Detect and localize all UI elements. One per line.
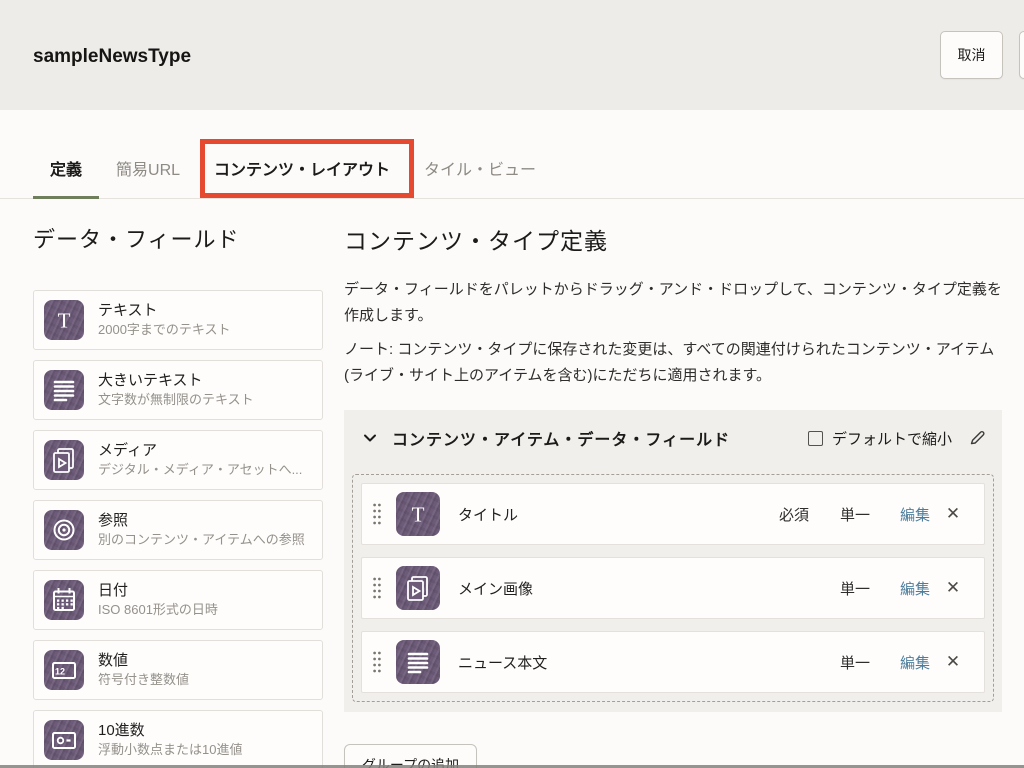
palette-card[interactable]: 参照別のコンテンツ・アイテムへの参照: [33, 500, 323, 560]
collapse-default-label: デフォルトで縮小: [832, 428, 952, 449]
palette-card[interactable]: 大きいテキスト文字数が無制限のテキスト: [33, 360, 323, 420]
text-field-icon: T: [44, 300, 84, 340]
drag-handle-icon[interactable]: [372, 650, 382, 674]
fields-dropzone: Tタイトル必須単一編集✕メイン画像単一編集✕ニュース本文単一編集✕: [352, 474, 994, 702]
cardinality-badge: 単一: [832, 578, 878, 599]
palette-card[interactable]: 10進数浮動小数点または10進値: [33, 710, 323, 768]
partial-edge-button[interactable]: [1019, 31, 1024, 79]
tab-bar: 定義簡易URLコンテンツ・レイアウトタイル・ビュー: [0, 110, 1024, 199]
tabs-container: 定義簡易URLコンテンツ・レイアウトタイル・ビュー: [33, 156, 553, 198]
palette-card-text: 日付ISO 8601形式の日時: [98, 580, 218, 620]
field-row-controls: 単一編集✕: [771, 652, 968, 673]
date-field-icon: [44, 580, 84, 620]
field-row-label: ニュース本文: [458, 652, 547, 673]
edit-link[interactable]: 編集: [892, 504, 938, 525]
fields-panel-controls: デフォルトで縮小: [808, 428, 986, 449]
required-badge: 必須: [771, 504, 817, 525]
large-text-field-icon: [44, 370, 84, 410]
remove-field-icon[interactable]: ✕: [938, 652, 968, 672]
decimal-field-icon: [44, 720, 84, 760]
svg-text:12: 12: [55, 667, 65, 677]
palette-card[interactable]: T テキスト2000字までのテキスト: [33, 290, 323, 350]
palette-card-text: 数値符号付き整数値: [98, 650, 189, 690]
field-row: ニュース本文 単一編集✕: [361, 631, 985, 693]
drag-handle-icon[interactable]: [372, 502, 382, 526]
fields-panel-title: コンテンツ・アイテム・データ・フィールド: [392, 426, 730, 450]
media-field-icon: [396, 566, 440, 610]
palette-card-description: デジタル・メディア・アセットへ...: [98, 461, 302, 480]
note-paragraph: ノート: コンテンツ・タイプに保存された変更は、すべての関連付けられたコンテンツ…: [344, 337, 1004, 388]
palette-card-description: 符号付き整数値: [98, 671, 189, 690]
palette-card[interactable]: 12 数値符号付き整数値: [33, 640, 323, 700]
remove-field-icon[interactable]: ✕: [938, 504, 968, 524]
tab-friendly-url[interactable]: 簡易URL: [99, 156, 197, 198]
tab-content-layout[interactable]: コンテンツ・レイアウト: [197, 156, 407, 198]
palette-card[interactable]: 日付ISO 8601形式の日時: [33, 570, 323, 630]
palette-card-label: メディア: [98, 440, 302, 461]
palette-card-text: 参照別のコンテンツ・アイテムへの参照: [98, 510, 305, 550]
palette-card-label: 数値: [98, 650, 189, 671]
app-window: sampleNewsType 取消 定義簡易URLコンテンツ・レイアウトタイル・…: [0, 0, 1024, 768]
media-field-icon: [44, 440, 84, 480]
field-row-controls: 必須単一編集✕: [771, 504, 968, 525]
svg-text:T: T: [412, 503, 425, 527]
tab-definition[interactable]: 定義: [33, 156, 99, 198]
fields-panel-header: コンテンツ・アイテム・データ・フィールド デフォルトで縮小: [344, 410, 1002, 466]
edit-link[interactable]: 編集: [892, 652, 938, 673]
palette-card-text: テキスト2000字までのテキスト: [98, 300, 231, 340]
content-item-fields-panel: コンテンツ・アイテム・データ・フィールド デフォルトで縮小 Tタイトル必須単一編…: [344, 410, 1002, 712]
number-field-icon: 12: [44, 650, 84, 690]
page-title: sampleNewsType: [33, 46, 191, 68]
field-row-label: タイトル: [458, 504, 518, 525]
field-row: T タイトル 必須単一編集✕: [361, 483, 985, 545]
drag-handle-icon[interactable]: [372, 576, 382, 600]
pencil-edit-icon[interactable]: [968, 429, 986, 447]
palette-card-text: 10進数浮動小数点または10進値: [98, 720, 242, 760]
svg-text:T: T: [58, 309, 71, 333]
palette-card-description: 2000字までのテキスト: [98, 321, 231, 340]
palette-card[interactable]: メディアデジタル・メディア・アセットへ...: [33, 430, 323, 490]
page-header: sampleNewsType 取消: [0, 0, 1024, 110]
palette-card-label: 参照: [98, 510, 305, 531]
edit-link[interactable]: 編集: [892, 578, 938, 599]
palette-card-description: 別のコンテンツ・アイテムへの参照: [98, 531, 305, 550]
palette-card-description: ISO 8601形式の日時: [98, 601, 218, 620]
tab-tile-view[interactable]: タイル・ビュー: [407, 156, 553, 198]
palette-card-description: 文字数が無制限のテキスト: [98, 391, 254, 410]
cancel-button[interactable]: 取消: [940, 31, 1003, 79]
cardinality-badge: 単一: [832, 652, 878, 673]
content-type-definition-title: コンテンツ・タイプ定義: [344, 222, 608, 256]
field-row-controls: 単一編集✕: [771, 578, 968, 599]
palette-card-label: 日付: [98, 580, 218, 601]
field-row: メイン画像 単一編集✕: [361, 557, 985, 619]
palette-card-label: 大きいテキスト: [98, 370, 254, 391]
palette-card-text: メディアデジタル・メディア・アセットへ...: [98, 440, 302, 480]
text-field-icon: T: [396, 492, 440, 536]
collapse-default-checkbox[interactable]: [808, 431, 823, 446]
palette-title: データ・フィールド: [33, 222, 240, 254]
cardinality-badge: 単一: [832, 504, 878, 525]
chevron-down-icon[interactable]: [362, 430, 378, 446]
palette-card-text: 大きいテキスト文字数が無制限のテキスト: [98, 370, 254, 410]
reference-field-icon: [44, 510, 84, 550]
data-fields-palette: Tテキスト2000字までのテキスト大きいテキスト文字数が無制限のテキストメディア…: [33, 290, 323, 768]
palette-card-label: 10進数: [98, 720, 242, 741]
large-text-field-icon: [396, 640, 440, 684]
field-row-label: メイン画像: [458, 578, 533, 599]
description-paragraph: データ・フィールドをパレットからドラッグ・アンド・ドロップして、コンテンツ・タイ…: [344, 277, 1004, 328]
remove-field-icon[interactable]: ✕: [938, 578, 968, 598]
palette-card-description: 浮動小数点または10進値: [98, 741, 242, 760]
palette-card-label: テキスト: [98, 300, 231, 321]
